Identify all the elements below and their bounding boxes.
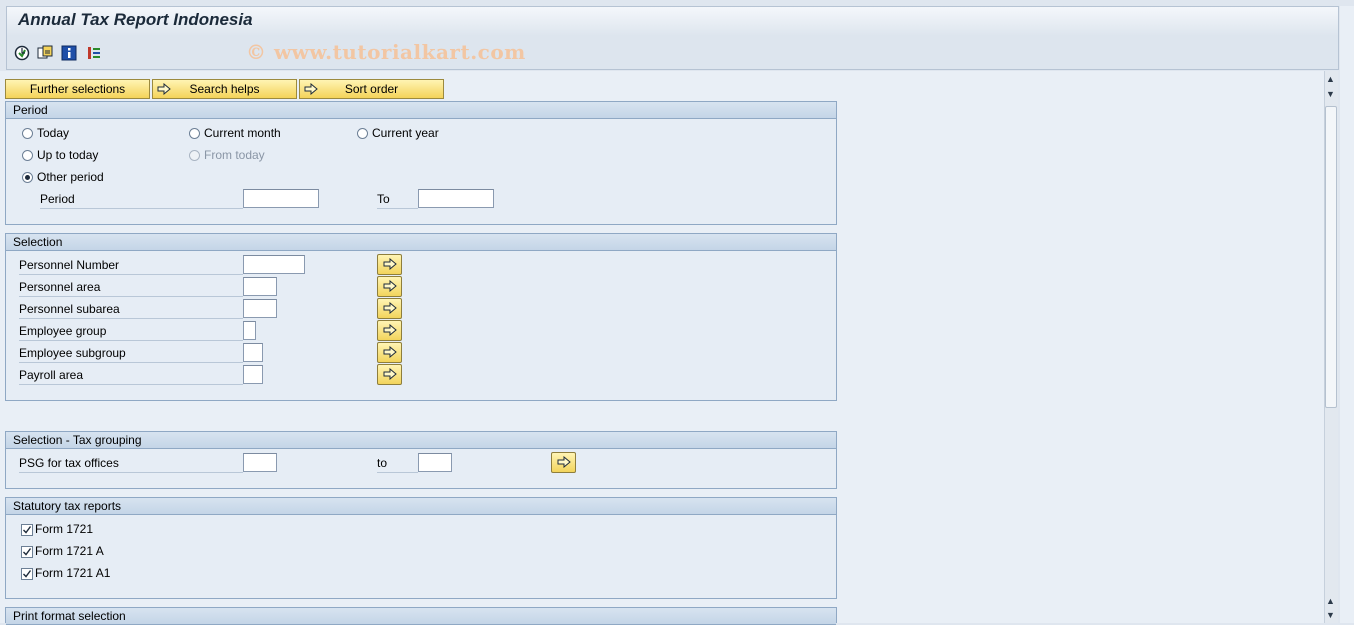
psg-multiple-selection-button[interactable]	[551, 452, 576, 473]
selection-header: Selection	[6, 234, 836, 251]
statutory-reports-header: Statutory tax reports	[6, 498, 836, 515]
get-variant-icon[interactable]	[37, 45, 53, 61]
sort-order-label: Sort order	[344, 82, 399, 96]
page-title: Annual Tax Report Indonesia	[18, 10, 253, 29]
search-helps-button[interactable]: Search helps	[152, 79, 297, 99]
arrow-right-icon	[304, 82, 318, 100]
selection-options-icon[interactable]	[86, 45, 102, 61]
period-to-label: To	[377, 190, 418, 209]
radio-from-today	[189, 150, 200, 161]
radio-current-month[interactable]	[189, 128, 200, 139]
employee-subgroup-label: Employee subgroup	[19, 344, 243, 363]
payroll-area-multiple-selection-button[interactable]	[377, 364, 402, 385]
employee-group-multiple-selection-button[interactable]	[377, 320, 402, 341]
personnel-subarea-input[interactable]	[243, 299, 277, 318]
statutory-reports-group: Statutory tax reports	[5, 497, 837, 599]
radio-from-today-label: From today	[204, 148, 265, 162]
print-format-header: Print format selection	[6, 608, 836, 625]
period-to-input[interactable]	[418, 189, 494, 208]
personnel-number-label: Personnel Number	[19, 256, 243, 275]
psg-tax-offices-to-input[interactable]	[418, 453, 452, 472]
form-1721-a1-label: Form 1721 A1	[35, 566, 111, 580]
window-right-edge	[1340, 6, 1354, 623]
sort-order-button[interactable]: Sort order	[299, 79, 444, 99]
scroll-up-icon[interactable]: ▲	[1326, 74, 1335, 84]
form-1721-a1-checkbox[interactable]	[21, 568, 33, 580]
payroll-area-input[interactable]	[243, 365, 263, 384]
watermark: © www.tutorialkart.com	[246, 40, 526, 64]
radio-other-period-label: Other period	[37, 170, 104, 184]
psg-tax-offices-from-input[interactable]	[243, 453, 277, 472]
radio-current-month-label: Current month	[204, 126, 281, 140]
personnel-number-multiple-selection-button[interactable]	[377, 254, 402, 275]
personnel-area-label: Personnel area	[19, 278, 243, 297]
period-from-input[interactable]	[243, 189, 319, 208]
scroll-page-up-icon[interactable]: ▲	[1326, 596, 1335, 606]
radio-today[interactable]	[22, 128, 33, 139]
period-label: Period	[40, 190, 243, 209]
application-toolbar	[6, 36, 1339, 70]
employee-subgroup-input[interactable]	[243, 343, 263, 362]
psg-to-label: to	[377, 454, 418, 473]
scrollbar-thumb[interactable]	[1325, 106, 1337, 408]
print-format-group: Print format selection	[5, 607, 837, 625]
further-selections-label: Further selections	[29, 82, 126, 96]
scroll-down-icon[interactable]: ▼	[1326, 89, 1335, 99]
personnel-number-input[interactable]	[243, 255, 305, 274]
form-1721-a-label: Form 1721 A	[35, 544, 104, 558]
form-1721-checkbox[interactable]	[21, 524, 33, 536]
employee-group-input[interactable]	[243, 321, 256, 340]
form-1721-a-checkbox[interactable]	[21, 546, 33, 558]
employee-subgroup-multiple-selection-button[interactable]	[377, 342, 402, 363]
scroll-page-down-icon[interactable]: ▼	[1326, 610, 1335, 620]
information-icon[interactable]	[61, 45, 77, 61]
search-helps-label: Search helps	[189, 82, 260, 96]
radio-current-year[interactable]	[357, 128, 368, 139]
radio-up-to-today-label: Up to today	[37, 148, 99, 162]
form-1721-label: Form 1721	[35, 522, 94, 536]
personnel-subarea-label: Personnel subarea	[19, 300, 243, 319]
employee-group-label: Employee group	[19, 322, 243, 341]
period-header: Period	[6, 102, 836, 119]
psg-tax-offices-label: PSG for tax offices	[19, 454, 243, 473]
payroll-area-label: Payroll area	[19, 366, 243, 385]
personnel-subarea-multiple-selection-button[interactable]	[377, 298, 402, 319]
radio-up-to-today[interactable]	[22, 150, 33, 161]
personnel-area-multiple-selection-button[interactable]	[377, 276, 402, 297]
personnel-area-input[interactable]	[243, 277, 277, 296]
execute-icon[interactable]	[14, 45, 30, 61]
radio-current-year-label: Current year	[372, 126, 439, 140]
arrow-right-icon	[157, 82, 171, 100]
further-selections-button[interactable]: Further selections	[5, 79, 150, 99]
radio-today-label: Today	[37, 126, 70, 140]
tax-grouping-header: Selection - Tax grouping	[6, 432, 836, 449]
radio-other-period[interactable]	[22, 172, 33, 183]
